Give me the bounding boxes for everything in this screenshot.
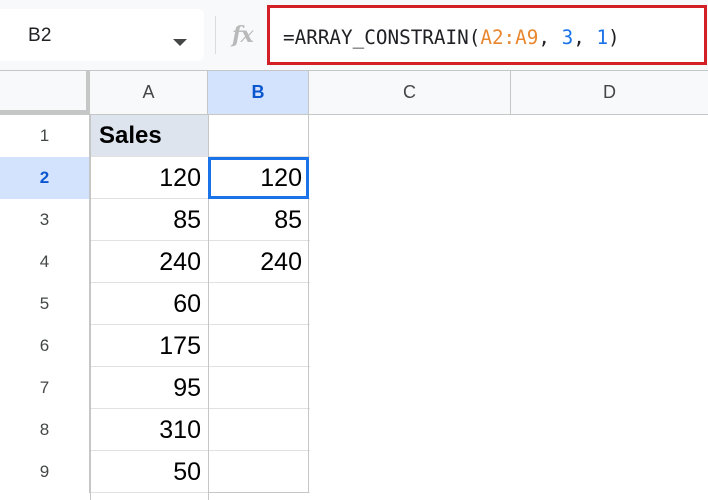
formula-input[interactable]: =ARRAY_CONSTRAIN(A2:A9, 3, 1) [267,5,707,65]
cell-a8[interactable]: 310 [91,409,208,451]
row-gridline [208,492,309,493]
row-header-7[interactable]: 7 [0,367,90,409]
formula-token: 1 [596,26,609,49]
column-header-c[interactable]: C [309,71,511,114]
cell-a5[interactable]: 60 [91,283,208,325]
row-header-5[interactable]: 5 [0,283,90,325]
cell-b8[interactable] [209,409,309,451]
row-header-8[interactable]: 8 [0,409,90,451]
cell-a1[interactable]: Sales [91,115,208,157]
cell-b5[interactable] [209,283,309,325]
cell-b9[interactable] [209,451,309,493]
column-header-d[interactable]: D [511,71,708,114]
cell-b4[interactable]: 240 [209,241,309,283]
formula-token: ) [608,26,620,49]
column-header-a[interactable]: A [90,71,208,114]
formula-token: A2:A9 [480,26,539,49]
cell-a6[interactable]: 175 [91,325,208,367]
cell-a7[interactable]: 95 [91,367,208,409]
formula-token: =ARRAY_CONSTRAIN( [283,26,481,49]
column-gridline [90,115,91,500]
column-header-b[interactable]: B [208,71,309,114]
name-box[interactable]: B2 [0,9,204,61]
cell-a9[interactable]: 50 [91,451,208,493]
select-all-corner[interactable] [0,71,90,114]
formula-bar: B2 fx =ARRAY_CONSTRAIN(A2:A9, 3, 1) [0,0,708,70]
cell-b3[interactable]: 85 [209,199,309,241]
row-header-1[interactable]: 1 [0,115,90,157]
cell-a4[interactable]: 240 [91,241,208,283]
formula-token: , [573,26,597,49]
row-header-3[interactable]: 3 [0,199,90,241]
fx-icon: fx [232,22,254,48]
cell-a2[interactable]: 120 [91,157,208,199]
formula-token: , [538,26,562,49]
row-header-4[interactable]: 4 [0,241,90,283]
row-header-9[interactable]: 9 [0,451,90,493]
cell-a3[interactable]: 85 [91,199,208,241]
cell-b6[interactable] [209,325,309,367]
formula-token: 3 [561,26,574,49]
divider [215,16,216,54]
formula-text: =ARRAY_CONSTRAIN(A2:A9, 3, 1) [283,26,620,49]
column-header-strip: A B C D [0,70,708,115]
cell-reference: B2 [28,25,52,46]
row-header-6[interactable]: 6 [0,325,90,367]
chevron-down-icon[interactable] [173,39,187,46]
cell-b1[interactable] [209,115,309,157]
active-cell-b2[interactable] [208,157,309,199]
row-header-2[interactable]: 2 [0,157,90,199]
cell-b7[interactable] [209,367,309,409]
